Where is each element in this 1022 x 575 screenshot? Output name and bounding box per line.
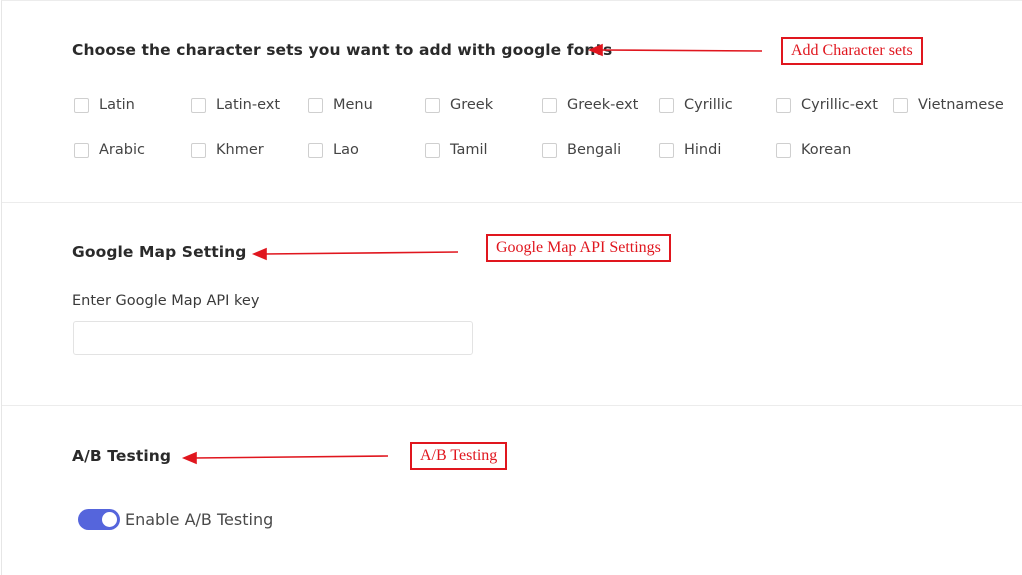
section-divider (2, 405, 1022, 406)
checkbox-label: Hindi (684, 142, 722, 158)
checkbox-label: Cyrillic-ext (801, 97, 878, 113)
checkbox-arabic[interactable]: Arabic (74, 140, 145, 160)
checkbox-box[interactable] (659, 142, 674, 158)
ab-testing-section-title: A/B Testing (72, 447, 172, 465)
checkbox-box[interactable] (425, 97, 440, 113)
checkbox-box[interactable] (659, 97, 674, 113)
checkbox-box[interactable] (542, 97, 557, 113)
checkbox-label: Greek-ext (567, 97, 639, 113)
checkbox-cyrillic[interactable]: Cyrillic (659, 95, 733, 115)
checkbox-label: Korean (801, 142, 852, 158)
checkbox-cyrillic-ext[interactable]: Cyrillic-ext (776, 95, 878, 115)
checkbox-greek[interactable]: Greek (425, 95, 493, 115)
checkbox-label: Khmer (216, 142, 264, 158)
checkbox-box[interactable] (893, 97, 908, 113)
checkbox-box[interactable] (776, 97, 791, 113)
toggle-knob (102, 512, 117, 527)
checkbox-hindi[interactable]: Hindi (659, 140, 721, 160)
checkbox-khmer[interactable]: Khmer (191, 140, 264, 160)
checkbox-label: Cyrillic (684, 97, 733, 113)
checkbox-label: Latin (99, 97, 135, 113)
checkbox-box[interactable] (308, 97, 323, 113)
checkbox-label: Bengali (567, 142, 622, 158)
checkbox-box[interactable] (776, 142, 791, 158)
annotation-ab-testing: A/B Testing (410, 442, 508, 470)
checkbox-box[interactable] (191, 142, 206, 158)
checkbox-box[interactable] (74, 142, 89, 158)
checkbox-box[interactable] (74, 97, 89, 113)
checkbox-bengali[interactable]: Bengali (542, 140, 621, 160)
checkbox-latin[interactable]: Latin (74, 95, 135, 115)
section-divider (2, 202, 1022, 203)
annotation-add-character-sets: Add Character sets (781, 37, 923, 65)
checkbox-greek-ext[interactable]: Greek-ext (542, 95, 638, 115)
checkbox-label: Lao (333, 142, 359, 158)
annotation-google-map-api-settings: Google Map API Settings (486, 234, 671, 262)
checkbox-box[interactable] (542, 142, 557, 158)
google-map-section-title: Google Map Setting (72, 243, 247, 261)
checkbox-label: Vietnamese (918, 97, 1004, 113)
checkbox-box[interactable] (425, 142, 440, 158)
checkbox-label: Tamil (450, 142, 488, 158)
checkbox-label: Menu (333, 97, 373, 113)
checkbox-menu[interactable]: Menu (308, 95, 373, 115)
checkbox-lao[interactable]: Lao (308, 140, 359, 160)
api-key-label: Enter Google Map API key (72, 293, 260, 309)
checkbox-korean[interactable]: Korean (776, 140, 851, 160)
checkbox-label: Arabic (99, 142, 145, 158)
checkbox-label: Latin-ext (216, 97, 281, 113)
settings-panel (1, 0, 1022, 575)
checkbox-latin-ext[interactable]: Latin-ext (191, 95, 280, 115)
charsets-section-title: Choose the character sets you want to ad… (72, 41, 613, 59)
checkbox-label: Greek (450, 97, 494, 113)
ab-testing-toggle-label[interactable]: Enable A/B Testing (125, 510, 273, 529)
ab-testing-toggle[interactable] (78, 509, 120, 530)
checkbox-tamil[interactable]: Tamil (425, 140, 488, 160)
google-map-api-key-input[interactable] (73, 321, 473, 355)
checkbox-box[interactable] (191, 97, 206, 113)
checkbox-box[interactable] (308, 142, 323, 158)
checkbox-vietnamese[interactable]: Vietnamese (893, 95, 1004, 115)
